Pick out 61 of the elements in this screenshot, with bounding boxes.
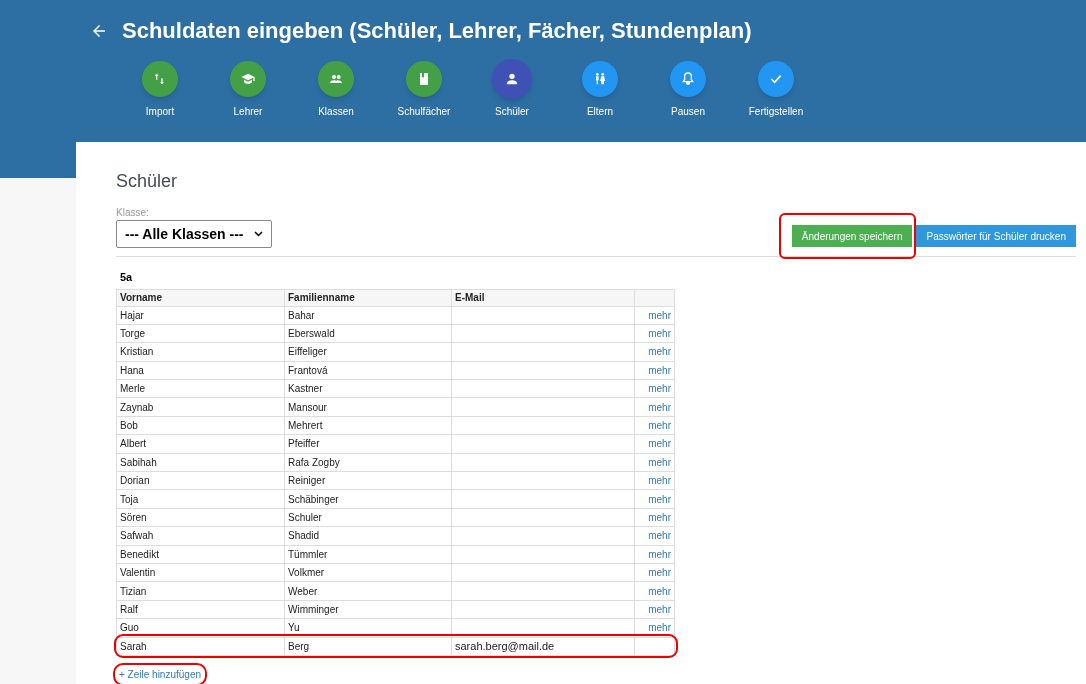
name-cell: Torge <box>120 328 145 340</box>
name-cell: Eberswald <box>288 328 335 340</box>
name-cell: Tizian <box>120 585 147 597</box>
name-cell: Sören <box>120 512 147 523</box>
name-cell: Benedikt <box>120 548 159 560</box>
name-cell: Guo <box>120 622 139 634</box>
chevron-down-icon <box>253 231 263 237</box>
step-label: Lehrer <box>233 105 263 119</box>
step-label: Schüler <box>495 105 529 119</box>
name-cell: Safwah <box>120 530 154 542</box>
name-cell: Dorian <box>120 475 150 487</box>
name-cell: Valentin <box>120 567 156 579</box>
email-cell: sarah.berg@mail.de <box>455 639 555 652</box>
graduation-cap-icon <box>240 71 256 87</box>
name-cell: Zaynab <box>120 401 154 413</box>
name-cell: Reiniger <box>288 475 326 487</box>
group-title: 5a <box>120 270 134 285</box>
name-cell: Bahar <box>288 309 315 321</box>
name-cell: Merle <box>120 383 145 395</box>
name-cell: Mehrert <box>288 420 323 432</box>
name-cell: Berg <box>288 640 310 652</box>
page-title: Schuldaten eingeben (Schüler, Lehrer, Fächer, Stundenplan) <box>122 17 752 45</box>
name-cell: Sabihah <box>120 456 157 468</box>
name-cell: Bob <box>120 420 138 432</box>
name-cell: Albert <box>120 438 147 450</box>
name-cell: Volkmer <box>288 567 325 579</box>
column-header: E-Mail <box>451 289 635 306</box>
name-cell: Shadid <box>288 530 320 542</box>
name-cell: Ralf <box>120 603 138 615</box>
name-cell: Eiffeliger <box>288 346 327 358</box>
name-cell: Rafa Zogby <box>288 456 340 468</box>
section-heading: Schüler <box>116 170 179 193</box>
class-select[interactable]: --- Alle Klassen --- <box>116 220 272 248</box>
step-label: Klassen <box>318 105 354 119</box>
name-cell: Schuler <box>288 512 322 523</box>
print-button[interactable]: Passwörter für Schüler drucken <box>916 225 1076 247</box>
step-label: Schulfächer <box>397 105 451 119</box>
step-label: Pausen <box>671 105 705 119</box>
name-cell: Sarah <box>120 640 147 652</box>
name-cell: Toja <box>120 493 139 505</box>
name-cell: Weber <box>288 585 318 597</box>
name-cell: Tümmler <box>288 548 328 560</box>
name-cell: Yu <box>288 622 300 634</box>
name-cell: Mansour <box>288 401 327 413</box>
step-label: Import <box>145 105 175 119</box>
name-cell: Frantová <box>288 364 328 376</box>
save-button[interactable]: Änderungen speichern <box>791 225 913 247</box>
name-cell: Pfeiffer <box>288 438 320 450</box>
name-cell: Wimminger <box>288 603 339 615</box>
field-label: Klasse: <box>116 206 150 220</box>
step-label: Fertigstellen <box>748 105 804 119</box>
step-label: Eltern <box>586 105 614 119</box>
name-cell: Hana <box>120 364 144 376</box>
name-cell: Kastner <box>288 383 323 395</box>
bell-icon <box>680 71 696 87</box>
name-cell: Schäbinger <box>288 493 339 505</box>
name-cell: Kristian <box>120 346 154 358</box>
column-header: Familienname <box>284 289 452 306</box>
column-header: Vorname <box>116 289 285 306</box>
person-icon <box>504 71 520 87</box>
name-cell: Hajar <box>120 309 144 321</box>
